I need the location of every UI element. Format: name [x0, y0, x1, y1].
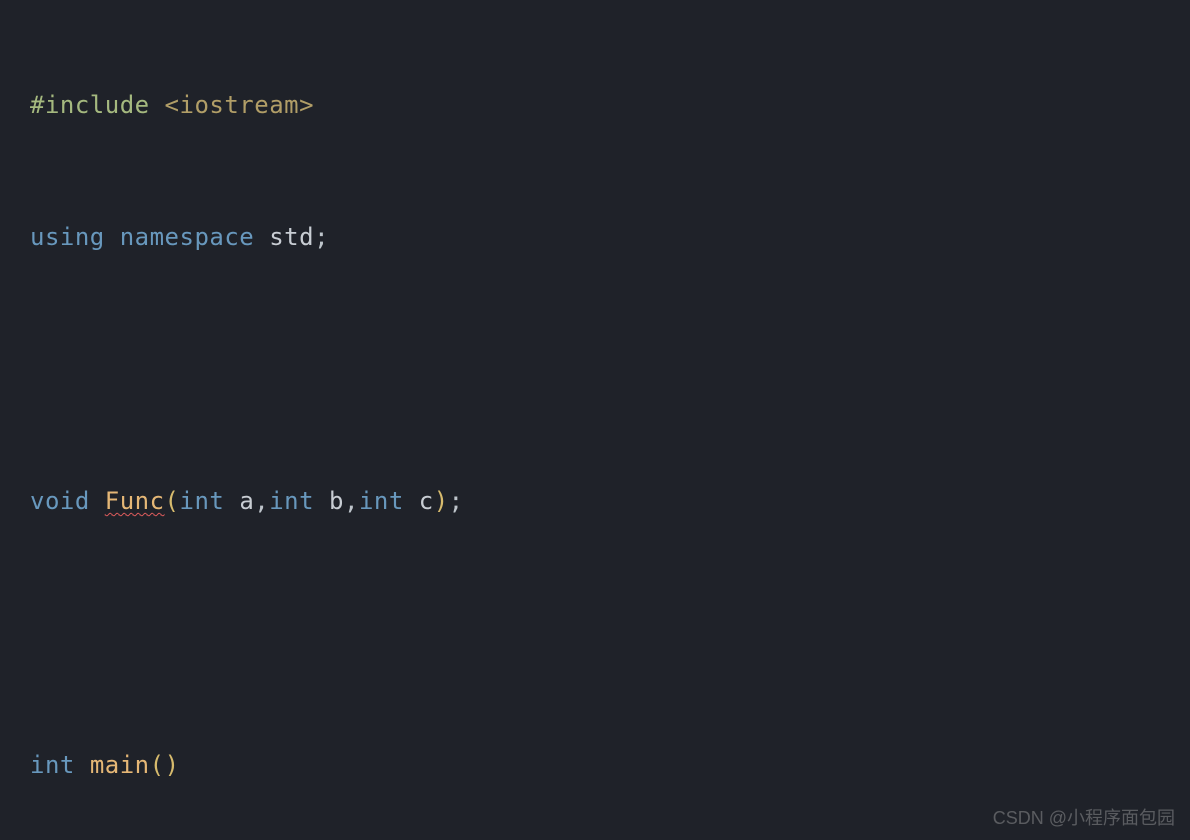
- type-void: void: [30, 487, 90, 515]
- code-line-6: int main(): [30, 743, 1190, 787]
- code-line-4: void Func(int a,int b,int c);: [30, 479, 1190, 523]
- type-int: int: [30, 751, 75, 779]
- keyword-using: using: [30, 223, 105, 251]
- code-line-2: using namespace std;: [30, 215, 1190, 259]
- code-line-1: #include <iostream>: [30, 83, 1190, 127]
- include-header: <iostream>: [165, 91, 315, 119]
- keyword-namespace: namespace: [120, 223, 255, 251]
- function-name: Func: [105, 487, 165, 515]
- preproc-directive: #include: [30, 91, 150, 119]
- namespace-name: std: [269, 223, 314, 251]
- watermark-text: CSDN @小程序面包园: [993, 804, 1175, 830]
- code-line-3: [30, 347, 1190, 391]
- function-main: main: [90, 751, 150, 779]
- code-editor-content[interactable]: #include <iostream> using namespace std;…: [0, 0, 1190, 840]
- code-line-5: [30, 611, 1190, 655]
